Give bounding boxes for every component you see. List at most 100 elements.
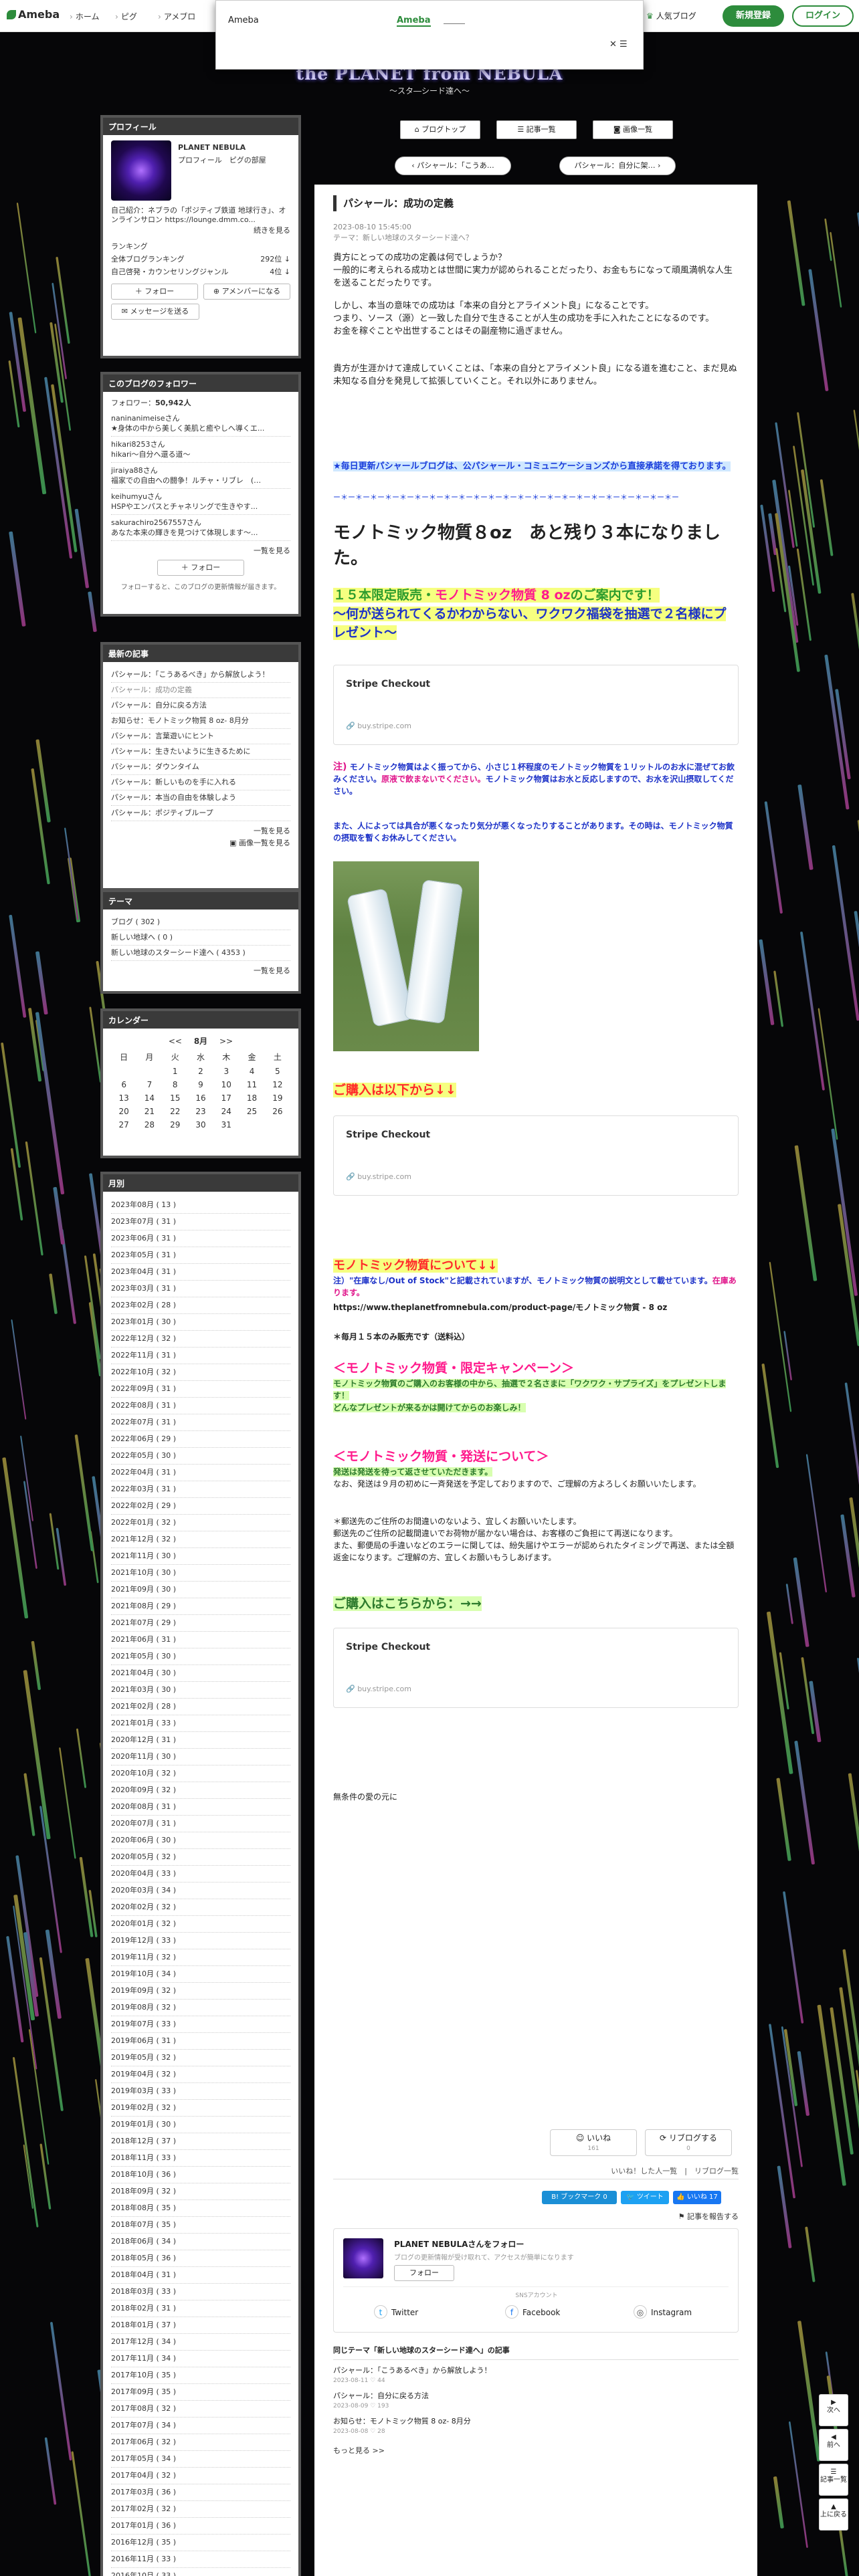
day[interactable]: 18 <box>239 1091 264 1105</box>
list-item[interactable]: 2020年07月 ( 31 ) <box>111 1816 290 1832</box>
day[interactable]: 20 <box>111 1105 136 1118</box>
list-item[interactable]: 2023年08月 ( 13 ) <box>111 1197 290 1214</box>
list-item[interactable]: 2017年09月 ( 35 ) <box>111 2384 290 2401</box>
amember-button[interactable]: ⊕ アメンバーになる <box>203 284 290 300</box>
tweet-button[interactable]: 🐦 ツイート <box>621 2191 669 2204</box>
next-article-button[interactable]: パシャール：自分に架… › <box>559 156 676 175</box>
list-item[interactable]: 2019年02月 ( 32 ) <box>111 2100 290 2117</box>
day[interactable]: 3 <box>213 1065 239 1078</box>
day[interactable]: 30 <box>188 1118 213 1132</box>
article-list-button[interactable]: ☰ 記事一覧 <box>496 120 577 139</box>
list-item[interactable]: 2022年11月 ( 31 ) <box>111 1348 290 1364</box>
day[interactable]: 11 <box>239 1078 264 1091</box>
list-item[interactable]: 2019年12月 ( 33 ) <box>111 1933 290 1949</box>
ameba-logo[interactable]: Ameba <box>7 8 60 21</box>
list-item[interactable]: パシャール：自分に戻る方法 2023-08-09 ♡ 193 <box>333 2390 739 2416</box>
list-item[interactable]: 2021年05月 ( 30 ) <box>111 1648 290 1665</box>
list-item[interactable]: 2022年02月 ( 29 ) <box>111 1498 290 1515</box>
list-item[interactable]: 2018年03月 ( 33 ) <box>111 2284 290 2300</box>
list-item[interactable]: 2019年01月 ( 30 ) <box>111 2117 290 2133</box>
list-item[interactable]: 2023年05月 ( 31 ) <box>111 1247 290 1264</box>
list-item[interactable]: 2022年04月 ( 31 ) <box>111 1465 290 1481</box>
day[interactable]: 15 <box>163 1091 188 1105</box>
list-item[interactable]: 2017年06月 ( 32 ) <box>111 2434 290 2451</box>
list-item[interactable]: 2020年06月 ( 30 ) <box>111 1832 290 1849</box>
list-item[interactable]: 2017年01月 ( 36 ) <box>111 2518 290 2535</box>
list-item[interactable]: 2018年05月 ( 36 ) <box>111 2250 290 2267</box>
day[interactable]: 4 <box>239 1065 264 1078</box>
popular-blogs-link[interactable]: ♛ 人気ブログ <box>646 10 696 21</box>
list-item[interactable]: 2021年09月 ( 30 ) <box>111 1582 290 1598</box>
list-item[interactable]: パシャール：言葉遊いにヒント <box>111 729 290 744</box>
list-item[interactable]: パシャール：生きたいように生きるために <box>111 744 290 760</box>
bookmark-button[interactable]: B! ブックマーク 0 <box>542 2191 617 2204</box>
list-item[interactable]: ブログ ( 302 ) <box>111 915 290 930</box>
day[interactable]: 31 <box>213 1118 239 1132</box>
follow-button[interactable]: フォロー <box>394 2265 454 2281</box>
blog-top-button[interactable]: ⌂ ブログトップ <box>400 120 480 139</box>
next-article-floating-button[interactable]: ▶ 次へ <box>819 2394 848 2426</box>
day[interactable]: 27 <box>111 1118 136 1132</box>
list-item[interactable]: 2022年09月 ( 31 ) <box>111 1381 290 1398</box>
list-item[interactable]: sakurachiro2567557さん あなた本来の輝きを見つけて体現します〜.… <box>111 515 290 541</box>
day[interactable]: 12 <box>265 1078 290 1091</box>
list-item[interactable]: 2021年06月 ( 31 ) <box>111 1632 290 1648</box>
list-item[interactable]: 2020年04月 ( 33 ) <box>111 1866 290 1883</box>
follow-button[interactable]: ＋ フォロー <box>157 560 244 576</box>
list-item[interactable]: 2022年06月 ( 29 ) <box>111 1431 290 1448</box>
day[interactable]: 29 <box>163 1118 188 1132</box>
list-item[interactable]: 2017年03月 ( 36 ) <box>111 2484 290 2501</box>
nav-ameblo[interactable]: › アメブロ <box>158 11 195 22</box>
list-item[interactable]: 2019年08月 ( 32 ) <box>111 2000 290 2016</box>
list-item[interactable]: お知らせ：モノトミック物質 8 oz- 8月分 2023-08-08 ♡ 28 <box>333 2416 739 2441</box>
list-item[interactable]: パシャール：ダウンタイム <box>111 760 290 775</box>
instagram-link[interactable]: ◎ Instagram <box>634 2305 692 2319</box>
list-item[interactable]: パシャール：「こうあるべき」から解放しよう！ 2023-08-11 ♡ 44 <box>333 2365 739 2390</box>
list-item[interactable]: 2020年09月 ( 32 ) <box>111 1782 290 1799</box>
list-item[interactable]: 2022年01月 ( 32 ) <box>111 1515 290 1531</box>
day[interactable]: 10 <box>213 1078 239 1091</box>
list-item[interactable]: 2022年12月 ( 32 ) <box>111 1331 290 1348</box>
followers-more-link[interactable]: 一覧を見る <box>111 545 290 556</box>
list-item[interactable]: 2017年07月 ( 34 ) <box>111 2418 290 2434</box>
day[interactable]: 16 <box>188 1091 213 1105</box>
list-item[interactable]: 2021年10月 ( 30 ) <box>111 1565 290 1582</box>
list-item[interactable]: 2017年11月 ( 34 ) <box>111 2351 290 2367</box>
list-item[interactable]: 2020年12月 ( 31 ) <box>111 1732 290 1749</box>
avatar[interactable] <box>343 2238 383 2278</box>
list-item[interactable]: 2023年06月 ( 31 ) <box>111 1230 290 1247</box>
list-item[interactable]: 2018年12月 ( 37 ) <box>111 2133 290 2150</box>
list-item[interactable]: 2019年06月 ( 31 ) <box>111 2033 290 2050</box>
nav-pigg[interactable]: › ピグ <box>115 11 137 22</box>
list-item[interactable]: keihumyuさん HSPやエンパスとチャネリングで生きやす... <box>111 489 290 515</box>
list-item[interactable]: 2019年10月 ( 34 ) <box>111 1966 290 1983</box>
profile-read-more[interactable]: 続きを見る <box>111 225 290 235</box>
list-item[interactable]: 2020年10月 ( 32 ) <box>111 1765 290 1782</box>
day[interactable]: 24 <box>213 1105 239 1118</box>
list-item[interactable]: 2021年12月 ( 32 ) <box>111 1531 290 1548</box>
list-item[interactable]: 2021年01月 ( 33 ) <box>111 1715 290 1732</box>
list-item[interactable]: パシャール：成功の定義 <box>111 683 290 698</box>
message-button[interactable]: ✉ メッセージを送る <box>111 304 199 320</box>
popup-link[interactable]: Ameba <box>397 15 431 27</box>
article-title[interactable]: パシャール：成功の定義 <box>333 195 739 211</box>
follow-button[interactable]: ＋ フォロー <box>111 284 198 300</box>
list-item[interactable]: 2017年10月 ( 35 ) <box>111 2367 290 2384</box>
list-item[interactable]: jiraiya88さん 福家での自由への闘争！ルチャ・リブレ (… <box>111 463 290 489</box>
day[interactable]: 6 <box>111 1078 136 1091</box>
list-item[interactable]: 2018年04月 ( 31 ) <box>111 2267 290 2284</box>
list-item[interactable]: 2020年03月 ( 34 ) <box>111 1883 290 1899</box>
list-item[interactable]: パシャール：ポジティブループ <box>111 806 290 821</box>
list-item[interactable]: 2017年02月 ( 32 ) <box>111 2501 290 2518</box>
list-item[interactable]: お知らせ：モノトミック物質 8 oz- 8月分 <box>111 714 290 729</box>
list-item[interactable]: 2019年11月 ( 32 ) <box>111 1949 290 1966</box>
recent-more-link[interactable]: 一覧を見る <box>111 825 290 836</box>
related-more-link[interactable]: もっと見る >> <box>333 2445 739 2456</box>
list-item[interactable]: 2021年03月 ( 30 ) <box>111 1682 290 1699</box>
reblog-button[interactable]: ⟳ リブログする 0 <box>645 2129 732 2156</box>
list-item[interactable]: パシャール：自分に戻る方法 <box>111 698 290 714</box>
day[interactable]: 14 <box>136 1091 162 1105</box>
day[interactable]: 26 <box>265 1105 290 1118</box>
day[interactable]: 2 <box>188 1065 213 1078</box>
day[interactable]: 9 <box>188 1078 213 1091</box>
